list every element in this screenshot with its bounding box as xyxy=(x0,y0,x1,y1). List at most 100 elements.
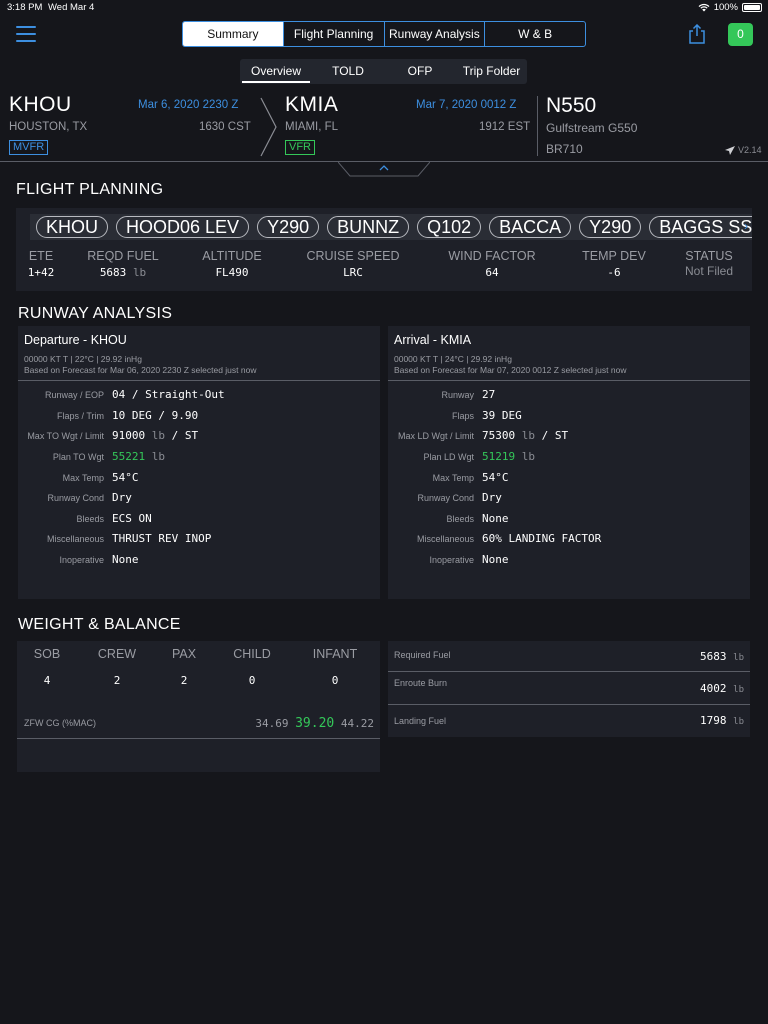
tab-flight-planning[interactable]: Flight Planning xyxy=(284,22,385,46)
departure-flaps-row: Flaps / Trim 10 DEG / 9.90 xyxy=(18,409,380,423)
tab-wb[interactable]: W & B xyxy=(485,22,585,46)
row-label: Plan TO Wgt xyxy=(52,452,104,462)
subtab-told[interactable]: TOLD xyxy=(312,59,384,84)
infant-label: INFANT xyxy=(312,647,358,661)
child-value: 0 xyxy=(248,674,256,687)
reqd-fuel-value: 5683 xyxy=(99,266,127,279)
tab-runway-analysis[interactable]: Runway Analysis xyxy=(385,22,486,46)
divider xyxy=(18,380,380,381)
aircraft-type: Gulfstream G550 xyxy=(546,121,638,135)
arrival-runway-panel[interactable]: Arrival - KMIA 00000 KT T | 24°C | 29.92… xyxy=(388,326,750,599)
notifications-badge-button[interactable]: 0 xyxy=(728,23,753,46)
sob-cell: SOB 4 xyxy=(17,647,77,687)
max-wgt-unit: lb xyxy=(521,429,535,442)
wind-factor-value: 64 xyxy=(485,266,499,279)
enroute-burn-value: 4002 xyxy=(700,682,727,695)
departure-plan-wgt-row: Plan TO Wgt 55221 lb xyxy=(18,450,380,464)
row-label: Runway / EOP xyxy=(44,390,104,400)
required-fuel-unit: lb xyxy=(733,653,744,663)
zfw-cg-value: 39.20 xyxy=(295,716,335,731)
row-label: Max TO Wgt / Limit xyxy=(27,431,104,441)
arrival-time-z: Mar 7, 2020 0012 Z xyxy=(416,99,517,111)
cruise-speed-value: LRC xyxy=(343,266,363,279)
row-value: 27 xyxy=(482,388,496,401)
row-value: None xyxy=(482,512,509,525)
departure-runway-row: Runway / EOP 04 / Straight-Out xyxy=(18,388,380,402)
temp-dev-value: -6 xyxy=(607,266,621,279)
pax-cell: PAX 2 xyxy=(154,647,214,687)
crew-cell: CREW 2 xyxy=(87,647,147,687)
status-label: STATUS xyxy=(685,249,733,263)
subtab-overview[interactable]: Overview xyxy=(240,59,312,84)
subtab-ofp[interactable]: OFP xyxy=(384,59,456,84)
aircraft-engine: BR710 xyxy=(546,142,583,156)
row-label: Miscellaneous xyxy=(46,534,104,544)
row-value: Dry xyxy=(112,491,132,504)
flight-planning-title: FLIGHT PLANNING xyxy=(16,181,164,198)
battery-icon xyxy=(742,3,762,12)
arrival-inop-row: Inoperative None xyxy=(388,553,750,567)
arrival-flaps-row: Flaps 39 DEG xyxy=(388,409,750,423)
crew-label: CREW xyxy=(97,647,137,661)
passenger-panel[interactable]: SOB 4 CREW 2 PAX 2 CHILD 0 INFANT 0 ZFW CG (%… xyxy=(17,641,380,772)
route-chip[interactable]: Q102 xyxy=(417,216,482,238)
row-label: Bleeds xyxy=(446,514,474,524)
arrival-cond-row: Runway Cond Dry xyxy=(388,491,750,505)
subtab-trip-folder[interactable]: Trip Folder xyxy=(456,59,527,84)
route-chip[interactable]: HOOD06 LEV xyxy=(116,216,250,238)
row-value: None xyxy=(112,553,139,566)
status-right: 100% xyxy=(698,2,762,13)
departure-runway-panel[interactable]: Departure - KHOU 00000 KT T | 22°C | 29.… xyxy=(18,326,380,599)
departure-city: HOUSTON, TX xyxy=(9,121,88,133)
row-label: Runway Cond xyxy=(47,493,104,503)
plan-wgt-value: 55221 xyxy=(112,450,146,463)
collapse-header-chevron-icon[interactable] xyxy=(338,162,430,178)
enroute-burn-unit: lb xyxy=(733,685,744,695)
fuel-panel[interactable]: Required Fuel 5683 lb Enroute Burn 4002 … xyxy=(388,641,750,737)
landing-fuel-row: Landing Fuel 1798 lb xyxy=(388,705,750,737)
tab-summary[interactable]: Summary xyxy=(183,22,284,46)
chevron-right-icon[interactable]: › xyxy=(744,219,748,233)
landing-fuel-label: Landing Fuel xyxy=(394,716,447,726)
row-label: Flaps xyxy=(451,411,474,421)
arrival-max-temp-row: Max Temp 54°C xyxy=(388,471,750,485)
arrival-max-wgt-row: Max LD Wgt / Limit 75300 lb / ST xyxy=(388,429,750,443)
route-chip[interactable]: BUNNZ xyxy=(327,216,410,238)
arrival-runway-row: Runway 27 xyxy=(388,388,750,402)
runway-analysis-title: RUNWAY ANALYSIS xyxy=(18,305,173,322)
row-label: Runway xyxy=(441,390,474,400)
route-chip-list: KHOU HOOD06 LEV Y290 BUNNZ Q102 BACCA Y2… xyxy=(30,214,752,240)
enroute-burn-row: Enroute Burn 4002 lb xyxy=(388,672,750,704)
altitude-cell: ALTITUDE FL490 xyxy=(196,249,268,279)
battery-percent: 100% xyxy=(713,2,738,13)
row-value: 54°C xyxy=(112,471,139,484)
altitude-label: ALTITUDE xyxy=(202,249,262,263)
route-chip[interactable]: BAGGS SSC xyxy=(649,216,752,238)
route-chip[interactable]: Y290 xyxy=(257,216,320,238)
route-arrow-icon xyxy=(260,97,277,157)
route-chip[interactable]: Y290 xyxy=(579,216,642,238)
divider xyxy=(17,738,380,739)
plan-wgt-unit: lb xyxy=(521,450,535,463)
hamburger-menu-icon[interactable] xyxy=(16,26,36,42)
sub-tabs: Overview TOLD OFP Trip Folder xyxy=(240,59,527,84)
status-value: Not Filed xyxy=(684,264,734,278)
route-chip[interactable]: BACCA xyxy=(489,216,572,238)
share-icon[interactable] xyxy=(688,24,706,44)
row-label: Plan LD Wgt xyxy=(423,452,474,462)
zfw-cg-max: 44.22 xyxy=(340,717,374,730)
row-label: Max Temp xyxy=(432,473,474,483)
route-chip[interactable]: KHOU xyxy=(36,216,109,238)
ete-cell: ETE 1+42 xyxy=(26,249,56,279)
temp-dev-label: TEMP DEV xyxy=(582,249,646,263)
required-fuel-label: Required Fuel xyxy=(394,650,451,660)
row-label: Inoperative xyxy=(429,555,474,565)
arrival-plan-wgt-row: Plan LD Wgt 51219 lb xyxy=(388,450,750,464)
status-time: 3:18 PM xyxy=(7,2,43,13)
zfw-cg-label: ZFW CG (%MAC) xyxy=(24,718,96,728)
row-label: Miscellaneous xyxy=(416,534,474,544)
reqd-fuel-cell: REQD FUEL 5683 lb xyxy=(86,249,160,279)
infant-cell: INFANT 0 xyxy=(305,647,365,687)
crew-value: 2 xyxy=(113,674,121,687)
row-value: Dry xyxy=(482,491,502,504)
